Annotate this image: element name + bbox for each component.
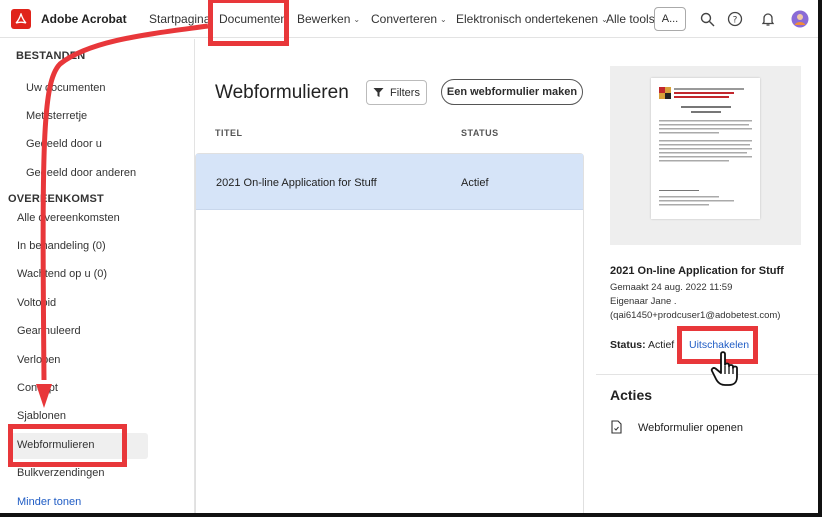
webforms-table: 2021 On-line Application for Stuff Actie… — [195, 153, 584, 513]
actions-heading: Acties — [610, 387, 653, 403]
acrobat-logo-icon — [11, 8, 31, 29]
document-preview — [610, 66, 801, 245]
sidebar-item-bulkverzendingen[interactable]: Bulkverzendingen — [17, 467, 104, 479]
account-switch-button[interactable]: A... — [654, 7, 686, 31]
avatar[interactable] — [791, 10, 809, 28]
sidebar-item-in-behandeling[interactable]: In behandeling (0) — [17, 240, 106, 252]
sidebar-item-uw-documenten[interactable]: Uw documenten — [26, 82, 106, 94]
search-icon[interactable] — [698, 10, 716, 28]
sidebar-item-verlopen[interactable]: Verlopen — [17, 354, 60, 366]
sidebar-item-wachtend-op-u[interactable]: Wachtend op u (0) — [17, 268, 107, 280]
notifications-bell-icon[interactable] — [759, 10, 777, 28]
filter-icon — [373, 88, 384, 97]
svg-text:?: ? — [733, 16, 738, 26]
chevron-down-icon: ⌄ — [353, 14, 361, 24]
create-webform-label: Een webformulier maken — [446, 86, 578, 98]
page-title: Webformulieren — [215, 82, 349, 103]
open-webform-action[interactable]: Webformulier openen — [638, 422, 743, 434]
details-status: Status: Actief — [610, 339, 674, 351]
sidebar-item-gedeeld-door-u[interactable]: Gedeeld door u — [26, 138, 102, 150]
details-email: (qai61450+prodcuser1@adobetest.com) — [610, 310, 781, 321]
details-title: 2021 On-line Application for Stuff — [610, 265, 784, 277]
nav-label: Converteren — [371, 12, 438, 26]
details-created: Gemaakt 24 aug. 2022 11:59 — [610, 282, 733, 293]
sidebar-item-geannuleerd[interactable]: Geannuleerd — [17, 325, 81, 337]
sidebar-item-met-sterretje[interactable]: Met sterretje — [26, 110, 87, 122]
sidebar-item-sjablonen[interactable]: Sjablonen — [17, 410, 66, 422]
nav-label: Alle tools — [606, 12, 655, 26]
column-header-status[interactable]: STATUS — [461, 128, 499, 138]
sidebar-show-less-link[interactable]: Minder tonen — [17, 496, 81, 508]
sidebar-item-alle-overeenkomsten[interactable]: Alle overeenkomsten — [17, 212, 120, 224]
nav-converteren[interactable]: Converteren ⌄ — [371, 0, 447, 38]
details-owner: Eigenaar Jane . — [610, 296, 677, 307]
nav-bewerken[interactable]: Bewerken ⌄ — [297, 0, 360, 38]
row-status: Actief — [461, 177, 489, 189]
status-label: Status: — [610, 339, 646, 351]
highlight-box-webformulieren — [8, 424, 127, 467]
app-window: Adobe Acrobat Startpagina Documenten Bew… — [0, 0, 822, 517]
divider — [596, 374, 818, 375]
sidebar-item-concept[interactable]: Concept — [17, 382, 58, 394]
document-thumbnail — [651, 78, 760, 219]
chevron-down-icon: ⌄ — [440, 14, 447, 24]
sidebar-section-bestanden: BESTANDEN — [16, 50, 86, 62]
sidebar-section-overeenkomst: OVEREENKOMST — [8, 193, 104, 205]
nav-elektronisch-ondertekenen[interactable]: Elektronisch ondertekenen ⌄ — [456, 0, 608, 38]
document-icon — [611, 420, 622, 439]
table-row[interactable]: 2021 On-line Application for Stuff Actie… — [196, 154, 583, 210]
row-title: 2021 On-line Application for Stuff — [216, 177, 377, 189]
column-header-title[interactable]: TITEL — [215, 128, 243, 138]
nav-alle-tools[interactable]: Alle tools — [606, 0, 655, 38]
hand-cursor-icon — [710, 350, 744, 393]
nav-label: Bewerken — [297, 12, 351, 26]
help-icon[interactable]: ? — [726, 10, 744, 28]
top-bar: Adobe Acrobat Startpagina Documenten Bew… — [0, 0, 818, 38]
highlight-box-documenten — [208, 0, 289, 46]
nav-label: Startpagina — [149, 12, 211, 26]
filters-button[interactable]: Filters — [366, 80, 427, 105]
sidebar-item-gedeeld-door-anderen[interactable]: Gedeeld door anderen — [26, 167, 136, 179]
filters-label: Filters — [390, 86, 420, 99]
nav-startpagina[interactable]: Startpagina — [149, 0, 210, 38]
app-name: Adobe Acrobat — [41, 11, 127, 26]
create-webform-button[interactable]: Een webformulier maken — [441, 79, 583, 105]
account-label: A... — [661, 13, 679, 25]
nav-label: Elektronisch ondertekenen — [456, 12, 599, 26]
status-value: Actief — [647, 339, 675, 351]
sidebar-item-voltooid[interactable]: Voltooid — [17, 297, 56, 309]
